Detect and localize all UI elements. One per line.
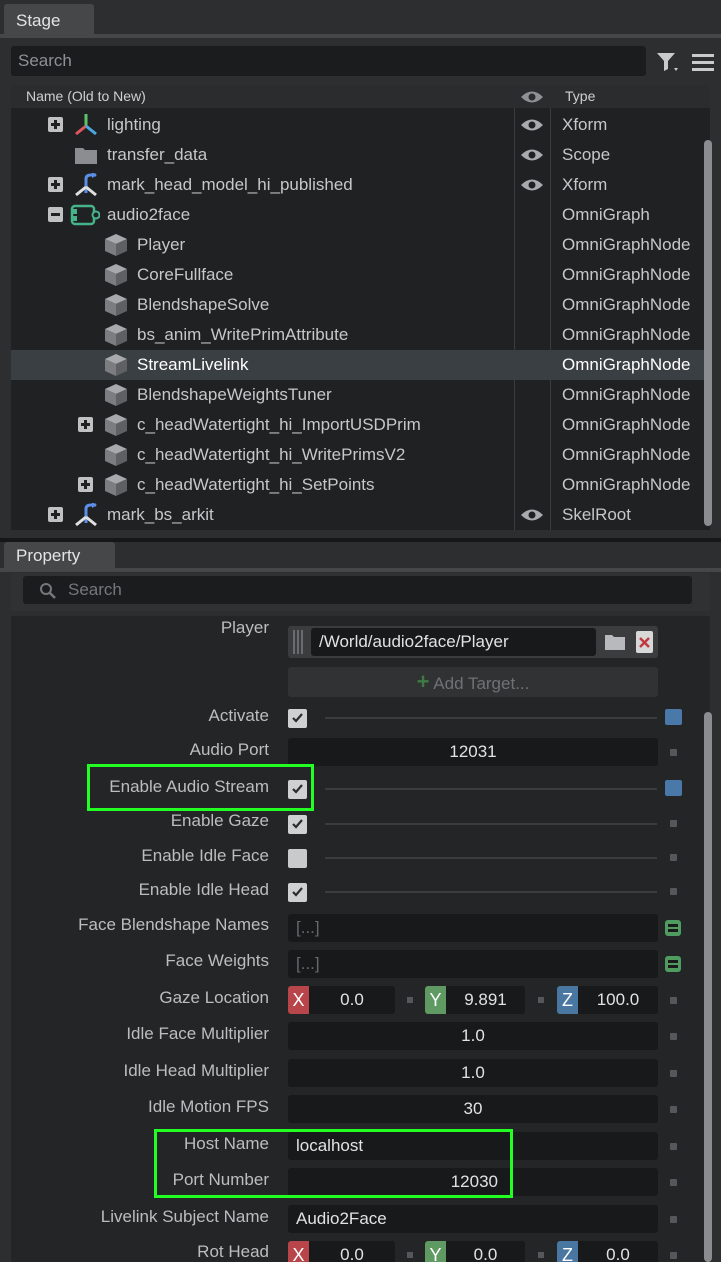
column-header-visibility[interactable] bbox=[515, 85, 551, 108]
tree-row-label: mark_head_model_hi_published bbox=[107, 175, 353, 194]
expand-icon[interactable] bbox=[48, 117, 63, 132]
stage-scrollbar[interactable] bbox=[704, 140, 712, 526]
property-search-input[interactable]: Search bbox=[23, 576, 692, 604]
tree-row-audio2face[interactable]: audio2face OmniGraph bbox=[11, 200, 710, 230]
tree-row-label: transfer_data bbox=[107, 145, 208, 164]
cube-icon bbox=[105, 474, 127, 496]
filter-icon[interactable] bbox=[655, 50, 679, 74]
tree-row-mark-head-model[interactable]: mark_head_model_hi_published Xform bbox=[11, 170, 710, 200]
tree-row-type: OmniGraphNode bbox=[562, 415, 691, 434]
column-header-type[interactable]: Type bbox=[551, 85, 710, 108]
cube-icon bbox=[105, 414, 127, 436]
eye-icon[interactable] bbox=[520, 177, 544, 193]
tree-row-transfer-data[interactable]: transfer_data Scope bbox=[11, 140, 710, 170]
search-placeholder: Search bbox=[68, 580, 122, 599]
stage-tab-underline bbox=[0, 34, 721, 38]
tree-row-setpoints[interactable]: c_headWatertight_hi_SetPoints OmniGraphN… bbox=[11, 470, 710, 500]
eye-icon[interactable] bbox=[520, 147, 544, 163]
column-header-name[interactable]: Name (Old to New) bbox=[11, 85, 515, 108]
tree-row-label: BlendshapeSolve bbox=[137, 295, 270, 314]
tree-row-mark-bs-arkit[interactable]: mark_bs_arkit SkelRoot bbox=[11, 500, 710, 530]
tree-row-type: OmniGraphNode bbox=[562, 475, 691, 494]
skelroot-icon bbox=[75, 503, 97, 527]
eye-icon bbox=[521, 91, 543, 103]
tree-row-type: OmniGraphNode bbox=[562, 355, 691, 374]
tree-row-corefullface[interactable]: CoreFullface OmniGraphNode bbox=[11, 260, 710, 290]
tree-row-label: c_headWatertight_hi_ImportUSDPrim bbox=[137, 415, 421, 434]
tree-row-label: audio2face bbox=[107, 205, 191, 224]
property-list bbox=[11, 616, 710, 1262]
expand-icon[interactable] bbox=[78, 417, 93, 432]
tree-row-label: lighting bbox=[107, 115, 161, 134]
tree-row-type: OmniGraphNode bbox=[562, 235, 691, 254]
expand-icon[interactable] bbox=[48, 507, 63, 522]
stage-search-input[interactable]: Search bbox=[11, 46, 646, 76]
omnigraph-icon bbox=[70, 204, 100, 226]
tree-row-label: bs_anim_WritePrimAttribute bbox=[137, 325, 349, 344]
collapse-icon[interactable] bbox=[48, 207, 63, 222]
tree-row-player[interactable]: Player OmniGraphNode bbox=[11, 230, 710, 260]
stage-panel: Stage Search Name (Old to New) Type ligh… bbox=[0, 0, 721, 538]
cube-icon bbox=[105, 354, 127, 376]
cube-icon bbox=[105, 234, 127, 256]
tree-row-blendshapeweightstuner[interactable]: BlendshapeWeightsTuner OmniGraphNode bbox=[11, 380, 710, 410]
folder-icon bbox=[75, 148, 97, 164]
cube-icon bbox=[105, 444, 127, 466]
cube-icon bbox=[105, 384, 127, 406]
tree-row-writeprimsv2[interactable]: c_headWatertight_hi_WritePrimsV2 OmniGra… bbox=[11, 440, 710, 470]
tree-row-label: c_headWatertight_hi_WritePrimsV2 bbox=[137, 445, 406, 464]
tree-row-label: CoreFullface bbox=[137, 265, 234, 284]
eye-icon[interactable] bbox=[520, 507, 544, 523]
expand-icon[interactable] bbox=[48, 177, 63, 192]
search-icon bbox=[40, 583, 56, 599]
tree-row-type: OmniGraph bbox=[562, 205, 650, 224]
tree-row-bs-anim-writeprimattribute[interactable]: bs_anim_WritePrimAttribute OmniGraphNode bbox=[11, 320, 710, 350]
tree-row-type: OmniGraphNode bbox=[562, 385, 691, 404]
tree-row-label: StreamLivelink bbox=[137, 355, 249, 374]
tree-row-blendshapesolve[interactable]: BlendshapeSolve OmniGraphNode bbox=[11, 290, 710, 320]
hamburger-menu-icon[interactable] bbox=[692, 52, 714, 72]
stage-tree: Name (Old to New) Type lighting Xform tr… bbox=[11, 85, 710, 530]
tree-row-importusdprim[interactable]: c_headWatertight_hi_ImportUSDPrim OmniGr… bbox=[11, 410, 710, 440]
tree-row-type: OmniGraphNode bbox=[562, 445, 691, 464]
tree-row-type: OmniGraphNode bbox=[562, 295, 691, 314]
tree-row-type: OmniGraphNode bbox=[562, 325, 691, 344]
tree-row-label: c_headWatertight_hi_SetPoints bbox=[137, 475, 375, 494]
xform-axes-icon bbox=[75, 114, 97, 136]
tree-row-streamlivelink[interactable]: StreamLivelink OmniGraphNode bbox=[11, 350, 710, 380]
property-panel: Property Search bbox=[0, 542, 721, 1262]
tree-row-type: Scope bbox=[562, 145, 611, 164]
expand-icon[interactable] bbox=[78, 477, 93, 492]
xform-axes-blue-icon bbox=[75, 173, 97, 197]
tree-row-label: Player bbox=[137, 235, 186, 254]
property-tab[interactable]: Property bbox=[4, 542, 115, 570]
tree-row-lighting[interactable]: lighting Xform bbox=[11, 110, 710, 140]
cube-icon bbox=[105, 264, 127, 286]
tree-row-label: BlendshapeWeightsTuner bbox=[137, 385, 332, 404]
tree-row-type: Xform bbox=[562, 175, 608, 194]
tree-row-type: Xform bbox=[562, 115, 608, 134]
tree-row-label: mark_bs_arkit bbox=[107, 505, 214, 524]
stage-tab[interactable]: Stage bbox=[4, 4, 94, 38]
property-search-bar: Search bbox=[11, 573, 710, 611]
eye-icon[interactable] bbox=[520, 117, 544, 133]
cube-icon bbox=[105, 324, 127, 346]
cube-icon bbox=[105, 294, 127, 316]
tree-row-type: SkelRoot bbox=[562, 505, 631, 524]
tree-row-type: OmniGraphNode bbox=[562, 265, 691, 284]
